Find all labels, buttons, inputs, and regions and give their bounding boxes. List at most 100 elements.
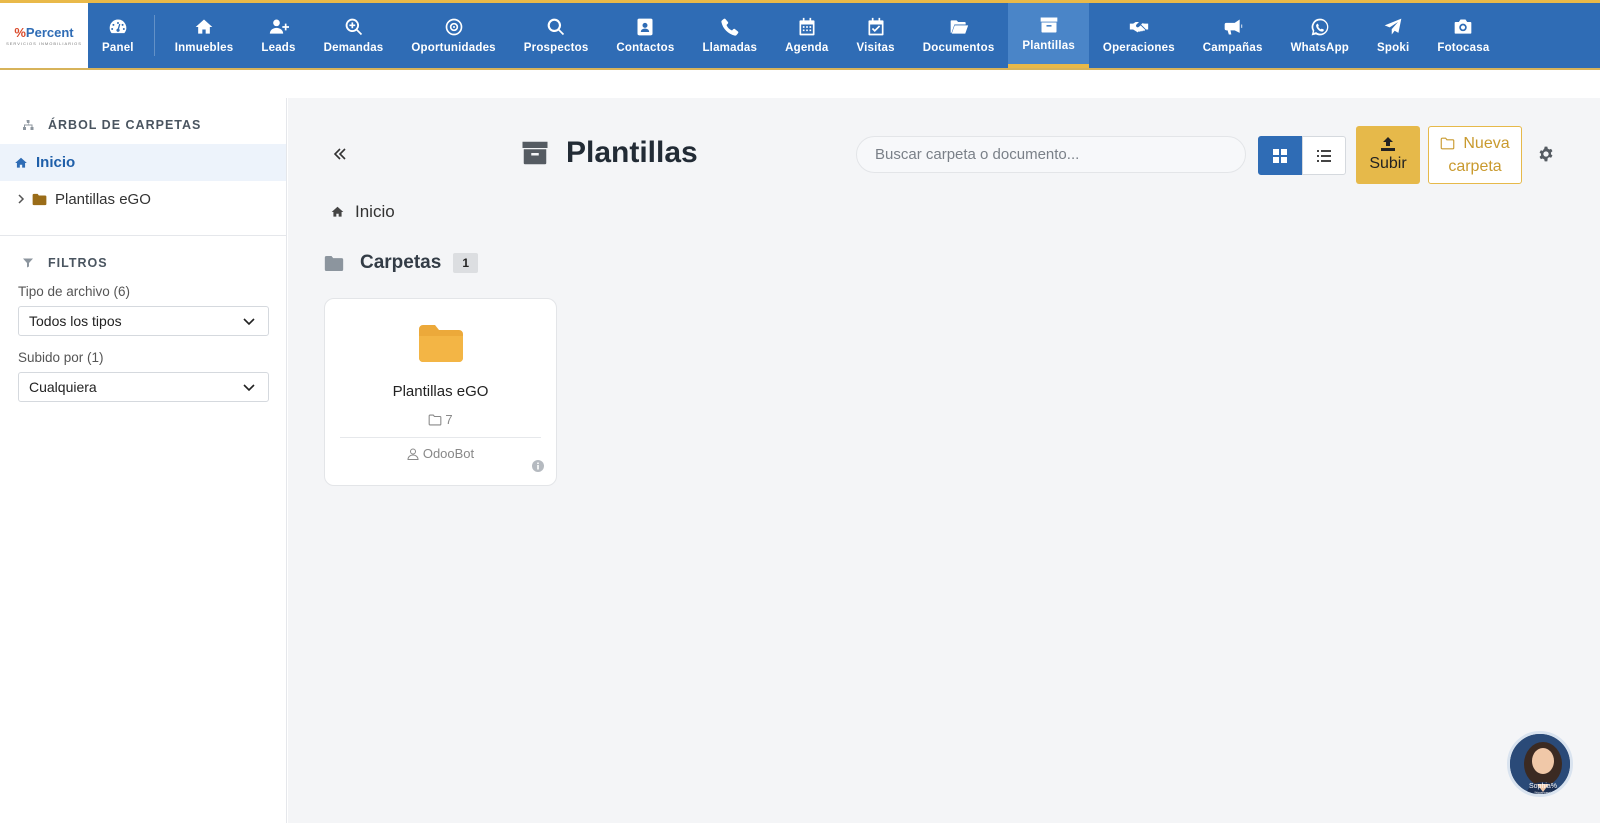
nav-item-contactos[interactable]: Contactos bbox=[602, 3, 688, 68]
folders-section-heading: Carpetas 1 bbox=[324, 252, 479, 274]
sidebar: ÁRBOL DE CARPETAS Inicio Plantillas eGO … bbox=[0, 98, 287, 823]
nav-item-spoki[interactable]: Spoki bbox=[1363, 3, 1423, 68]
nav-label: Oportunidades bbox=[411, 42, 496, 54]
file-type-filter-label: Tipo de archivo (6) bbox=[18, 284, 131, 299]
grid-view-button[interactable] bbox=[1258, 136, 1302, 175]
nav-divider bbox=[153, 15, 155, 56]
folder-card[interactable]: Plantillas eGO 7 OdooBot bbox=[324, 298, 557, 486]
tree-item-inicio[interactable]: Inicio bbox=[0, 144, 286, 181]
search-plus-icon bbox=[345, 18, 362, 36]
address-book-icon bbox=[637, 18, 653, 36]
archive-icon bbox=[522, 141, 548, 165]
info-icon[interactable] bbox=[532, 460, 544, 472]
nav-label: Operaciones bbox=[1102, 42, 1175, 54]
collapse-sidebar-icon[interactable] bbox=[332, 146, 348, 162]
nav-item-fotocasa[interactable]: Fotocasa bbox=[1423, 3, 1503, 68]
folders-count-badge: 1 bbox=[453, 253, 479, 273]
logo-tagline: SERVICIOS INMOBILIARIOS bbox=[6, 41, 82, 46]
nav-item-operaciones[interactable]: Operaciones bbox=[1089, 3, 1189, 68]
home-icon bbox=[195, 19, 213, 34]
nav-item-demandas[interactable]: Demandas bbox=[310, 3, 398, 68]
breadcrumb[interactable]: Inicio bbox=[330, 202, 395, 222]
new-folder-button[interactable]: Nueva carpeta bbox=[1428, 126, 1522, 184]
app-logo[interactable]: %Percent SERVICIOS INMOBILIARIOS bbox=[0, 3, 88, 68]
main-menu: Panel Inmuebles Leads Demandas Oportunid… bbox=[88, 3, 1503, 68]
nav-item-inmuebles[interactable]: Inmuebles bbox=[161, 3, 248, 68]
handshake-icon bbox=[1129, 22, 1149, 33]
logo-wordmark: %Percent bbox=[14, 25, 74, 40]
sitemap-icon bbox=[23, 120, 34, 130]
chevron-down-icon bbox=[243, 384, 255, 392]
grid-icon bbox=[1273, 148, 1287, 163]
nav-label: Visitas bbox=[856, 42, 895, 54]
nav-item-llamadas[interactable]: Llamadas bbox=[688, 3, 771, 68]
paper-plane-icon bbox=[1384, 18, 1402, 35]
tree-item-label: Inicio bbox=[36, 154, 76, 171]
home-icon bbox=[331, 206, 344, 217]
nav-item-whatsapp[interactable]: WhatsApp bbox=[1277, 3, 1363, 68]
user-icon bbox=[407, 448, 419, 460]
file-type-select[interactable]: Todos los tipos bbox=[18, 306, 269, 336]
nav-item-visitas[interactable]: Visitas bbox=[842, 3, 908, 68]
nav-label: Documentos bbox=[922, 42, 995, 54]
nav-label: Spoki bbox=[1377, 42, 1410, 54]
folder-icon bbox=[324, 255, 344, 271]
target-icon bbox=[445, 18, 462, 36]
nav-label: Prospectos bbox=[523, 42, 589, 54]
assistant-avatar[interactable]: Sophia% %percent bbox=[1507, 731, 1573, 797]
uploaded-by-filter-label: Subido por (1) bbox=[18, 350, 104, 365]
nav-label: Demandas bbox=[323, 42, 384, 54]
upload-label: Subir bbox=[1369, 155, 1407, 172]
whatsapp-icon bbox=[1311, 18, 1329, 36]
nav-item-campanas[interactable]: Campañas bbox=[1189, 3, 1277, 68]
camera-icon bbox=[1455, 19, 1472, 34]
nav-label: Panel bbox=[102, 42, 134, 54]
tree-item-plantillas-ego[interactable]: Plantillas eGO bbox=[0, 181, 286, 217]
nav-item-oportunidades[interactable]: Oportunidades bbox=[397, 3, 509, 68]
phone-icon bbox=[721, 18, 739, 36]
nav-label: Plantillas bbox=[1022, 40, 1075, 52]
chevron-down-icon bbox=[243, 318, 255, 326]
folder-outline-icon bbox=[429, 414, 442, 425]
list-view-button[interactable] bbox=[1302, 136, 1346, 175]
nav-item-panel[interactable]: Panel bbox=[88, 3, 148, 68]
folders-heading-text: Carpetas bbox=[360, 252, 442, 273]
nav-label: Contactos bbox=[616, 42, 675, 54]
nav-label: Campañas bbox=[1202, 42, 1263, 54]
dashboard-gauge-icon bbox=[109, 19, 127, 34]
page-title: Plantillas bbox=[520, 136, 698, 170]
nav-label: Agenda bbox=[785, 42, 829, 54]
archive-icon bbox=[1040, 17, 1058, 33]
folder-icon bbox=[419, 325, 463, 362]
folder-outline-icon bbox=[1441, 137, 1455, 150]
nav-item-prospectos[interactable]: Prospectos bbox=[510, 3, 603, 68]
nav-item-leads[interactable]: Leads bbox=[247, 3, 309, 68]
uploaded-by-select[interactable]: Cualquiera bbox=[18, 372, 269, 402]
list-icon bbox=[1317, 149, 1331, 162]
nav-label: Leads bbox=[261, 42, 296, 54]
user-plus-icon bbox=[269, 19, 289, 34]
new-folder-second-line: carpeta bbox=[1448, 158, 1502, 175]
search-input[interactable] bbox=[856, 136, 1246, 173]
nav-item-documentos[interactable]: Documentos bbox=[909, 3, 1009, 68]
home-icon bbox=[15, 157, 27, 168]
megaphone-icon bbox=[1224, 19, 1242, 35]
select-value: Cualquiera bbox=[29, 379, 97, 395]
gear-icon[interactable] bbox=[1538, 146, 1554, 162]
folder-item-count: 7 bbox=[325, 412, 556, 427]
nav-item-agenda[interactable]: Agenda bbox=[771, 3, 842, 68]
nav-label: Llamadas bbox=[702, 42, 758, 54]
breadcrumb-item: Inicio bbox=[355, 202, 395, 221]
tree-item-label: Plantillas eGO bbox=[55, 190, 151, 208]
view-toggle bbox=[1258, 136, 1346, 175]
card-divider bbox=[340, 437, 541, 438]
calendar-check-icon bbox=[868, 17, 884, 36]
folder-owner: OdooBot bbox=[325, 446, 556, 461]
nav-item-plantillas[interactable]: Plantillas bbox=[1008, 3, 1089, 68]
filter-icon bbox=[23, 258, 33, 268]
folder-icon bbox=[32, 193, 47, 205]
upload-button[interactable]: Subir bbox=[1356, 126, 1420, 184]
nav-label: Fotocasa bbox=[1437, 42, 1490, 54]
chevron-right-icon[interactable] bbox=[16, 194, 26, 204]
folder-name: Plantillas eGO bbox=[392, 383, 489, 400]
